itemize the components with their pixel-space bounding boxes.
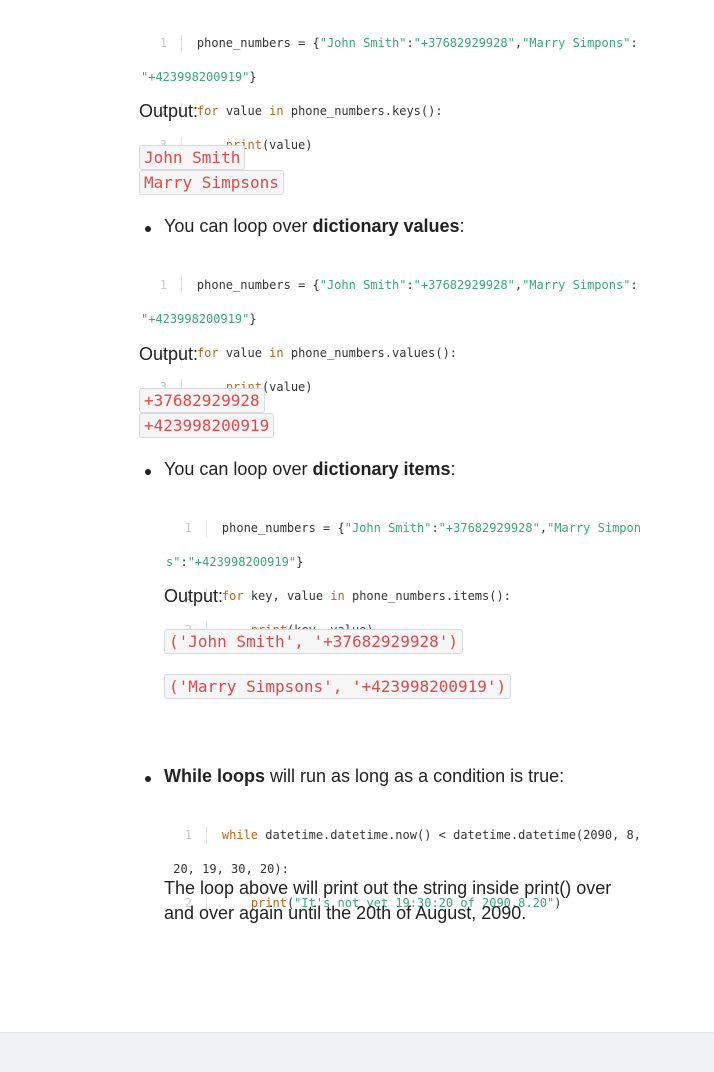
output-line: ('John Smith', '+37682929928'): [164, 629, 463, 654]
output-line: +37682929928: [139, 388, 265, 413]
page-footer: [0, 1032, 714, 1072]
output-label: Output:: [164, 586, 224, 606]
bullet-while-loops: While loops will run as long as a condit…: [144, 766, 565, 786]
output-line: John Smith: [139, 145, 246, 170]
output-line: +423998200919: [139, 413, 275, 438]
output-label: Output:: [139, 344, 199, 364]
bullet-dictionary-items: You can loop over dictionary items:: [145, 459, 456, 479]
output-line: Marry Simpsons: [139, 170, 284, 195]
bullet-dictionary-values: You can loop over dictionary values:: [145, 216, 465, 236]
while-loop-explanation: The loop above will print out the string…: [164, 878, 612, 923]
output-label: Output:: [139, 101, 199, 121]
output-line: ('Marry Simpsons', '+423998200919'): [164, 674, 512, 699]
